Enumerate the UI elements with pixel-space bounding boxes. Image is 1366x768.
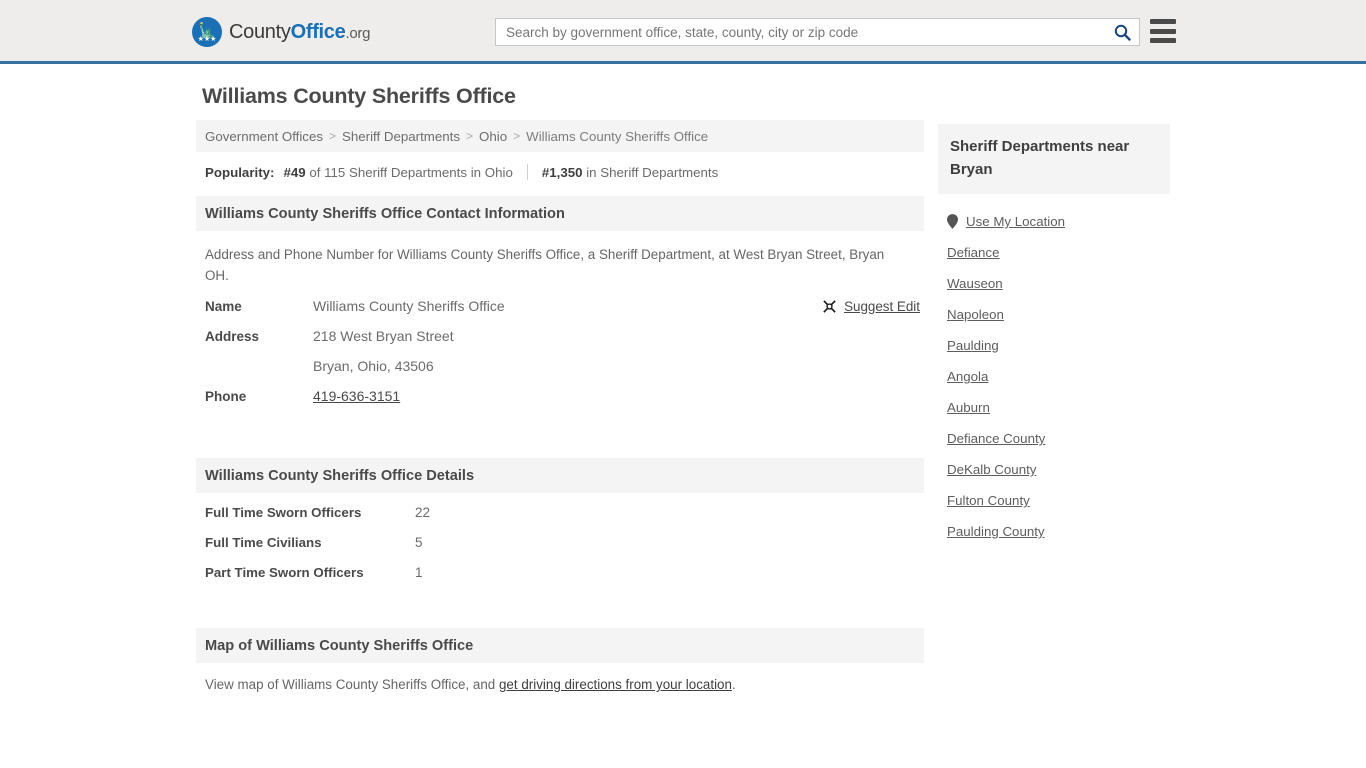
phone-link[interactable]: 419-636-3151 — [313, 388, 400, 404]
popularity-national-rank-text: in Sheriff Departments — [582, 164, 719, 180]
detail-row-key: Full Time Civilians — [205, 535, 322, 550]
sidebar-item-dekalb-county[interactable]: DeKalb County — [938, 454, 1170, 485]
popularity-national-rank: #1,350 in Sheriff Departments — [542, 165, 718, 180]
sidebar-item-angola[interactable]: Angola — [938, 361, 1170, 392]
contact-description: Address and Phone Number for Williams Co… — [205, 247, 885, 283]
logo-text: CountyOffice.org — [229, 21, 370, 44]
detail-row-key: Full Time Sworn Officers — [205, 505, 362, 520]
site-header: 🗽 ★★★ CountyOffice.org — [0, 0, 1366, 64]
sidebar-item-defiance[interactable]: Defiance — [938, 237, 1170, 268]
detail-row-value: 22 — [415, 505, 431, 520]
contact-row-phone: Phone 419-636-3151 — [205, 388, 915, 418]
sidebar-item-defiance-county[interactable]: Defiance County — [938, 423, 1170, 454]
sidebar-heading: Sheriff Departments near Bryan — [938, 124, 1170, 194]
sidebar-link[interactable]: Angola — [947, 369, 988, 384]
sidebar-link[interactable]: DeKalb County — [947, 462, 1036, 477]
detail-row-part-time-sworn-officers: Part Time Sworn Officers 1 — [205, 565, 915, 595]
detail-row-key: Part Time Sworn Officers — [205, 565, 364, 580]
logo-text-org: .org — [345, 24, 371, 42]
detail-row-full-time-civilians: Full Time Civilians 5 — [205, 535, 915, 565]
suggest-edit-label: Suggest Edit — [844, 299, 920, 314]
details-table: Full Time Sworn Officers 22 Full Time Ci… — [196, 493, 924, 595]
logo-text-office: Office — [290, 20, 346, 43]
sidebar-item-paulding[interactable]: Paulding — [938, 330, 1170, 361]
search-input[interactable] — [496, 19, 1105, 45]
logo-text-county: County — [229, 20, 291, 43]
use-my-location-link[interactable]: Use My Location — [966, 214, 1065, 229]
suggest-edit-button[interactable]: Suggest Edit — [822, 299, 920, 314]
contact-row-value: Williams County Sheriffs Office — [313, 298, 505, 314]
map-description: View map of Williams County Sheriffs Off… — [196, 663, 924, 692]
breadcrumb-item-ohio[interactable]: Ohio — [479, 129, 507, 144]
sidebar-item-auburn[interactable]: Auburn — [938, 392, 1170, 423]
popularity-label: Popularity: — [205, 164, 275, 180]
sidebar: Sheriff Departments near Bryan Use My Lo… — [938, 124, 1170, 547]
sidebar-link[interactable]: Defiance — [947, 245, 999, 260]
detail-row-value: 1 — [415, 565, 423, 580]
contact-details-table: Suggest Edit Name Williams County Sherif… — [196, 292, 924, 418]
breadcrumb-item-sheriff-departments[interactable]: Sheriff Departments — [342, 129, 460, 144]
hamburger-bar — [1150, 38, 1176, 43]
contact-section-heading: Williams County Sheriffs Office Contact … — [196, 196, 924, 231]
hamburger-bar — [1150, 19, 1176, 24]
sidebar-link[interactable]: Auburn — [947, 400, 990, 415]
sidebar-links: Use My Location Defiance Wauseon Napoleo… — [938, 194, 1170, 547]
sidebar-item-napoleon[interactable]: Napoleon — [938, 299, 1170, 330]
sidebar-link[interactable]: Wauseon — [947, 276, 1003, 291]
page-title: Williams County Sheriffs Office — [202, 84, 516, 108]
detail-row-full-time-sworn-officers: Full Time Sworn Officers 22 — [205, 505, 915, 535]
breadcrumb-separator: > — [466, 129, 474, 143]
contact-row-key: Name — [205, 299, 242, 314]
popularity-state-rank-text: of 115 Sheriff Departments in Ohio — [305, 164, 513, 180]
search-bar[interactable] — [495, 18, 1140, 46]
contact-row-value: 218 West Bryan Street — [313, 328, 454, 344]
details-section-heading: Williams County Sheriffs Office Details — [196, 458, 924, 493]
contact-row-name: Name Williams County Sheriffs Office — [205, 298, 915, 328]
map-section-heading: Map of Williams County Sheriffs Office — [196, 628, 924, 663]
suggest-edit-icon — [823, 300, 836, 313]
map-pin-icon — [947, 214, 958, 229]
main-content: Williams County Sheriffs Office Governme… — [196, 84, 924, 692]
sidebar-link[interactable]: Napoleon — [947, 307, 1004, 322]
sidebar-item-wauseon[interactable]: Wauseon — [938, 268, 1170, 299]
eagle-shield-logo-icon: 🗽 ★★★ — [192, 17, 222, 47]
search-button[interactable] — [1105, 19, 1139, 45]
map-description-suffix: . — [731, 677, 736, 692]
breadcrumb-item-government-offices[interactable]: Government Offices — [205, 129, 323, 144]
contact-row-value: Bryan, Ohio, 43506 — [313, 358, 434, 374]
contact-row-city-state-zip: Bryan, Ohio, 43506 — [205, 358, 915, 388]
sidebar-link[interactable]: Fulton County — [947, 493, 1030, 508]
site-logo[interactable]: 🗽 ★★★ CountyOffice.org — [192, 17, 370, 47]
detail-row-value: 5 — [415, 535, 423, 550]
driving-directions-link[interactable]: get driving directions from your locatio… — [499, 677, 732, 692]
sidebar-item-fulton-county[interactable]: Fulton County — [938, 485, 1170, 516]
sidebar-item-paulding-county[interactable]: Paulding County — [938, 516, 1170, 547]
sidebar-link[interactable]: Paulding — [947, 338, 999, 353]
hamburger-menu-icon[interactable] — [1150, 19, 1176, 43]
sidebar-link[interactable]: Defiance County — [947, 431, 1045, 446]
sidebar-link[interactable]: Paulding County — [947, 524, 1045, 539]
popularity-state-rank-value: #49 — [283, 164, 306, 180]
popularity-state-rank: #49 of 115 Sheriff Departments in Ohio — [283, 165, 512, 180]
breadcrumb: Government Offices > Sheriff Departments… — [196, 120, 924, 152]
search-icon — [1114, 24, 1131, 41]
contact-row-address: Address 218 West Bryan Street — [205, 328, 915, 358]
map-description-prefix: View map of Williams County Sheriffs Off… — [205, 677, 499, 692]
hamburger-bar — [1150, 28, 1176, 34]
breadcrumb-item-current: Williams County Sheriffs Office — [526, 128, 709, 144]
contact-row-key: Address — [205, 329, 260, 344]
breadcrumb-separator: > — [513, 129, 521, 143]
contact-row-value: 419-636-3151 — [313, 388, 400, 404]
popularity-row: Popularity: #49 of 115 Sheriff Departmen… — [196, 152, 924, 192]
popularity-national-rank-value: #1,350 — [541, 164, 583, 180]
breadcrumb-separator: > — [329, 129, 337, 143]
popularity-divider — [526, 164, 528, 180]
sidebar-item-use-my-location[interactable]: Use My Location — [938, 206, 1170, 237]
contact-row-key: Phone — [205, 389, 247, 404]
